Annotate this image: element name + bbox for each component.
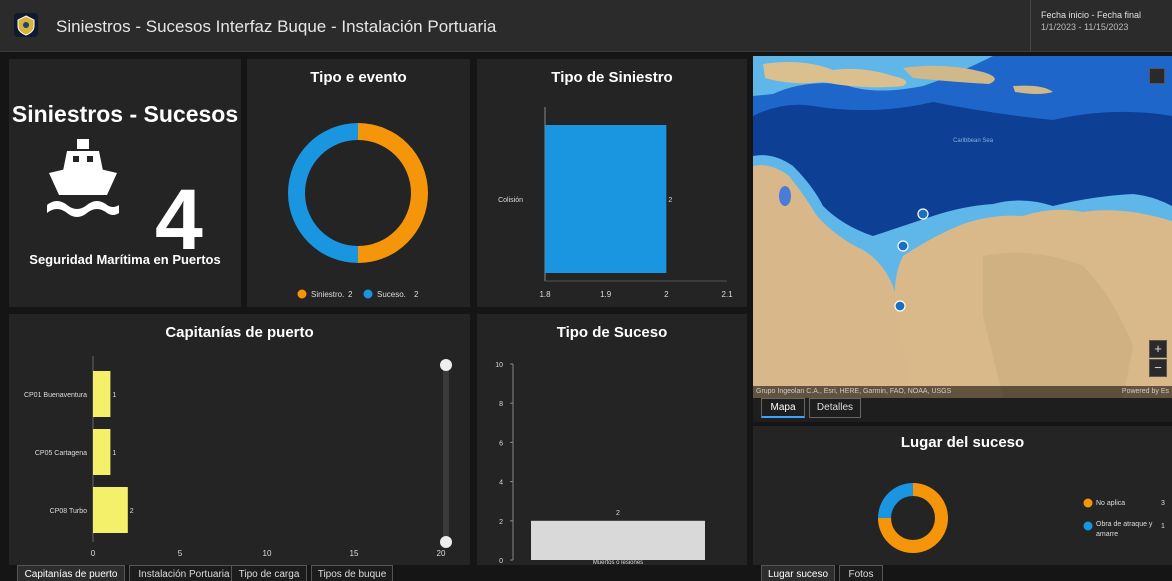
donut-slice [358,123,429,263]
category-label: Muertos o lesiones [593,560,643,565]
category-label: Colisión [498,197,523,204]
map-panel[interactable]: Caribbean Sea + − Grupo Ingeolan C.A., E… [753,56,1172,398]
data-label: 2 [616,510,620,517]
bar [93,429,111,475]
kpi-title: Siniestros - Sucesos [11,101,239,127]
x-tick-label: 10 [263,549,272,558]
app-header: Siniestros - Sucesos Interfaz Buque - In… [0,0,1172,52]
zoom-in-button[interactable]: + [1149,340,1167,358]
legend-swatch [363,289,373,299]
bar [531,520,705,560]
tipo-suceso-panel: Tipo de Suceso 0 2 4 6 8 10 2 Muertos o lesione… [477,314,747,565]
capitanias-panel: Capitanías de puerto CP01 Buenaventura 1 C… [9,314,470,565]
x-tick-label: 2.1 [721,290,733,299]
tipo-suceso-chart: 0 2 4 6 8 10 2 Muertos o lesiones [495,362,705,565]
legend-value: 2 [414,290,419,299]
powered-by-text: Powered by Es [1121,388,1169,395]
tab-instalacion[interactable]: Instalación Portuaria [129,565,239,581]
legend-swatch [1083,521,1093,531]
y-tick-label: 10 [495,362,503,369]
bar [545,125,667,273]
tab-tipos-buque[interactable]: Tipos de buque [311,565,393,581]
tab-capitanias[interactable]: Capitanías de puerto [17,565,125,581]
map-canvas[interactable]: Caribbean Sea [753,56,1172,398]
category-label: CP08 Turbo [50,508,87,515]
bar [93,487,128,533]
zoom-out-button[interactable]: − [1149,359,1167,377]
date-range-label: Fecha inicio - Fecha final [1041,10,1142,20]
map-attribution: Grupo Ingeolan C.A., Esri, HERE, Garmin,… [753,386,1172,398]
bottom-tabs-right: Lugar suceso Fotos [753,565,1172,581]
kpi-panel: Siniestros - Sucesos 4 Seguridad Marítim… [9,59,241,307]
y-tick-label: 2 [499,519,503,526]
donut-slice [878,483,913,519]
y-tick-label: 8 [499,401,503,408]
data-label: 2 [130,508,134,515]
data-label: 1 [112,392,116,399]
bar [93,371,111,417]
date-range-filter[interactable]: Fecha inicio - Fecha final 1/1/2023 - 11… [1030,0,1172,52]
attribution-text: Grupo Ingeolan C.A., Esri, HERE, Garmin,… [756,388,952,395]
legend-swatch [297,289,307,299]
logo-icon [14,13,38,37]
x-tick-label: 5 [178,549,183,558]
home-button[interactable] [1149,68,1165,84]
y-tick-label: 6 [499,440,503,447]
x-tick-label: 2 [664,290,669,299]
tab-lugar-suceso[interactable]: Lugar suceso [761,565,835,581]
tipo-siniestro-panel: Tipo de Siniestro Colisión 2 1.8 1.9 2 2.1 [477,59,747,307]
data-label: 2 [668,197,672,204]
lugar-donut: No aplica 3 Obra de atraque y amarre 1 [878,483,1165,553]
donut-slice [287,123,359,263]
category-label: CP05 Cartagena [35,450,87,457]
legend-value: 2 [348,290,353,299]
tab-detalles[interactable]: Detalles [809,398,861,418]
legend-swatch [1083,498,1093,508]
scrollbar-handle-bottom [440,536,452,548]
tipo-siniestro-chart: Colisión 2 1.8 1.9 2 2.1 [498,107,733,299]
ship-icon [43,137,123,217]
capitanias-chart: CP01 Buenaventura 1 CP05 Cartagena 1 CP08 Tu… [24,356,452,558]
kpi-value: 4 [155,172,203,268]
x-tick-label: 1.9 [600,290,612,299]
legend-label: amarre [1096,531,1118,538]
legend-label: No aplica [1096,500,1125,507]
map-sea-label: Caribbean Sea [953,138,994,144]
x-tick-label: 20 [437,549,446,558]
x-tick-label: 1.8 [539,290,551,299]
data-label: 1 [112,450,116,457]
bottom-tabs-left: Capitanías de puerto Instalación Portuar… [9,565,470,581]
legend-label: Suceso. [377,290,406,299]
scrollbar-handle-top [440,359,452,371]
map-tab-bar: Mapa Detalles [753,398,1172,422]
date-range-value: 1/1/2023 - 11/15/2023 [1041,22,1129,32]
legend-label: Siniestro. [311,290,344,299]
tab-mapa[interactable]: Mapa [761,398,805,418]
tab-tipo-carga[interactable]: Tipo de carga [231,565,307,581]
x-tick-label: 0 [91,549,96,558]
tab-fotos[interactable]: Fotos [839,565,883,581]
y-tick-label: 0 [499,558,503,565]
category-label: CP01 Buenaventura [24,392,87,399]
legend-label: Obra de atraque y [1096,521,1153,528]
app-title: Siniestros - Sucesos Interfaz Buque - In… [56,17,497,36]
legend-value: 1 [1161,523,1165,530]
lugar-panel: Lugar del suceso No aplica 3 Obra de atraq… [753,426,1172,565]
tipo-evento-donut: Siniestro. 2 Suceso. 2 [287,123,429,299]
kpi-subtitle: Seguridad Marítima en Puertos [29,252,221,267]
y-tick-label: 4 [499,480,503,487]
legend-value: 3 [1161,500,1165,507]
scrollbar-track [443,364,449,542]
x-tick-label: 15 [350,549,359,558]
tipo-evento-panel: Tipo e evento Siniestro. 2 Suceso. 2 [247,59,470,307]
